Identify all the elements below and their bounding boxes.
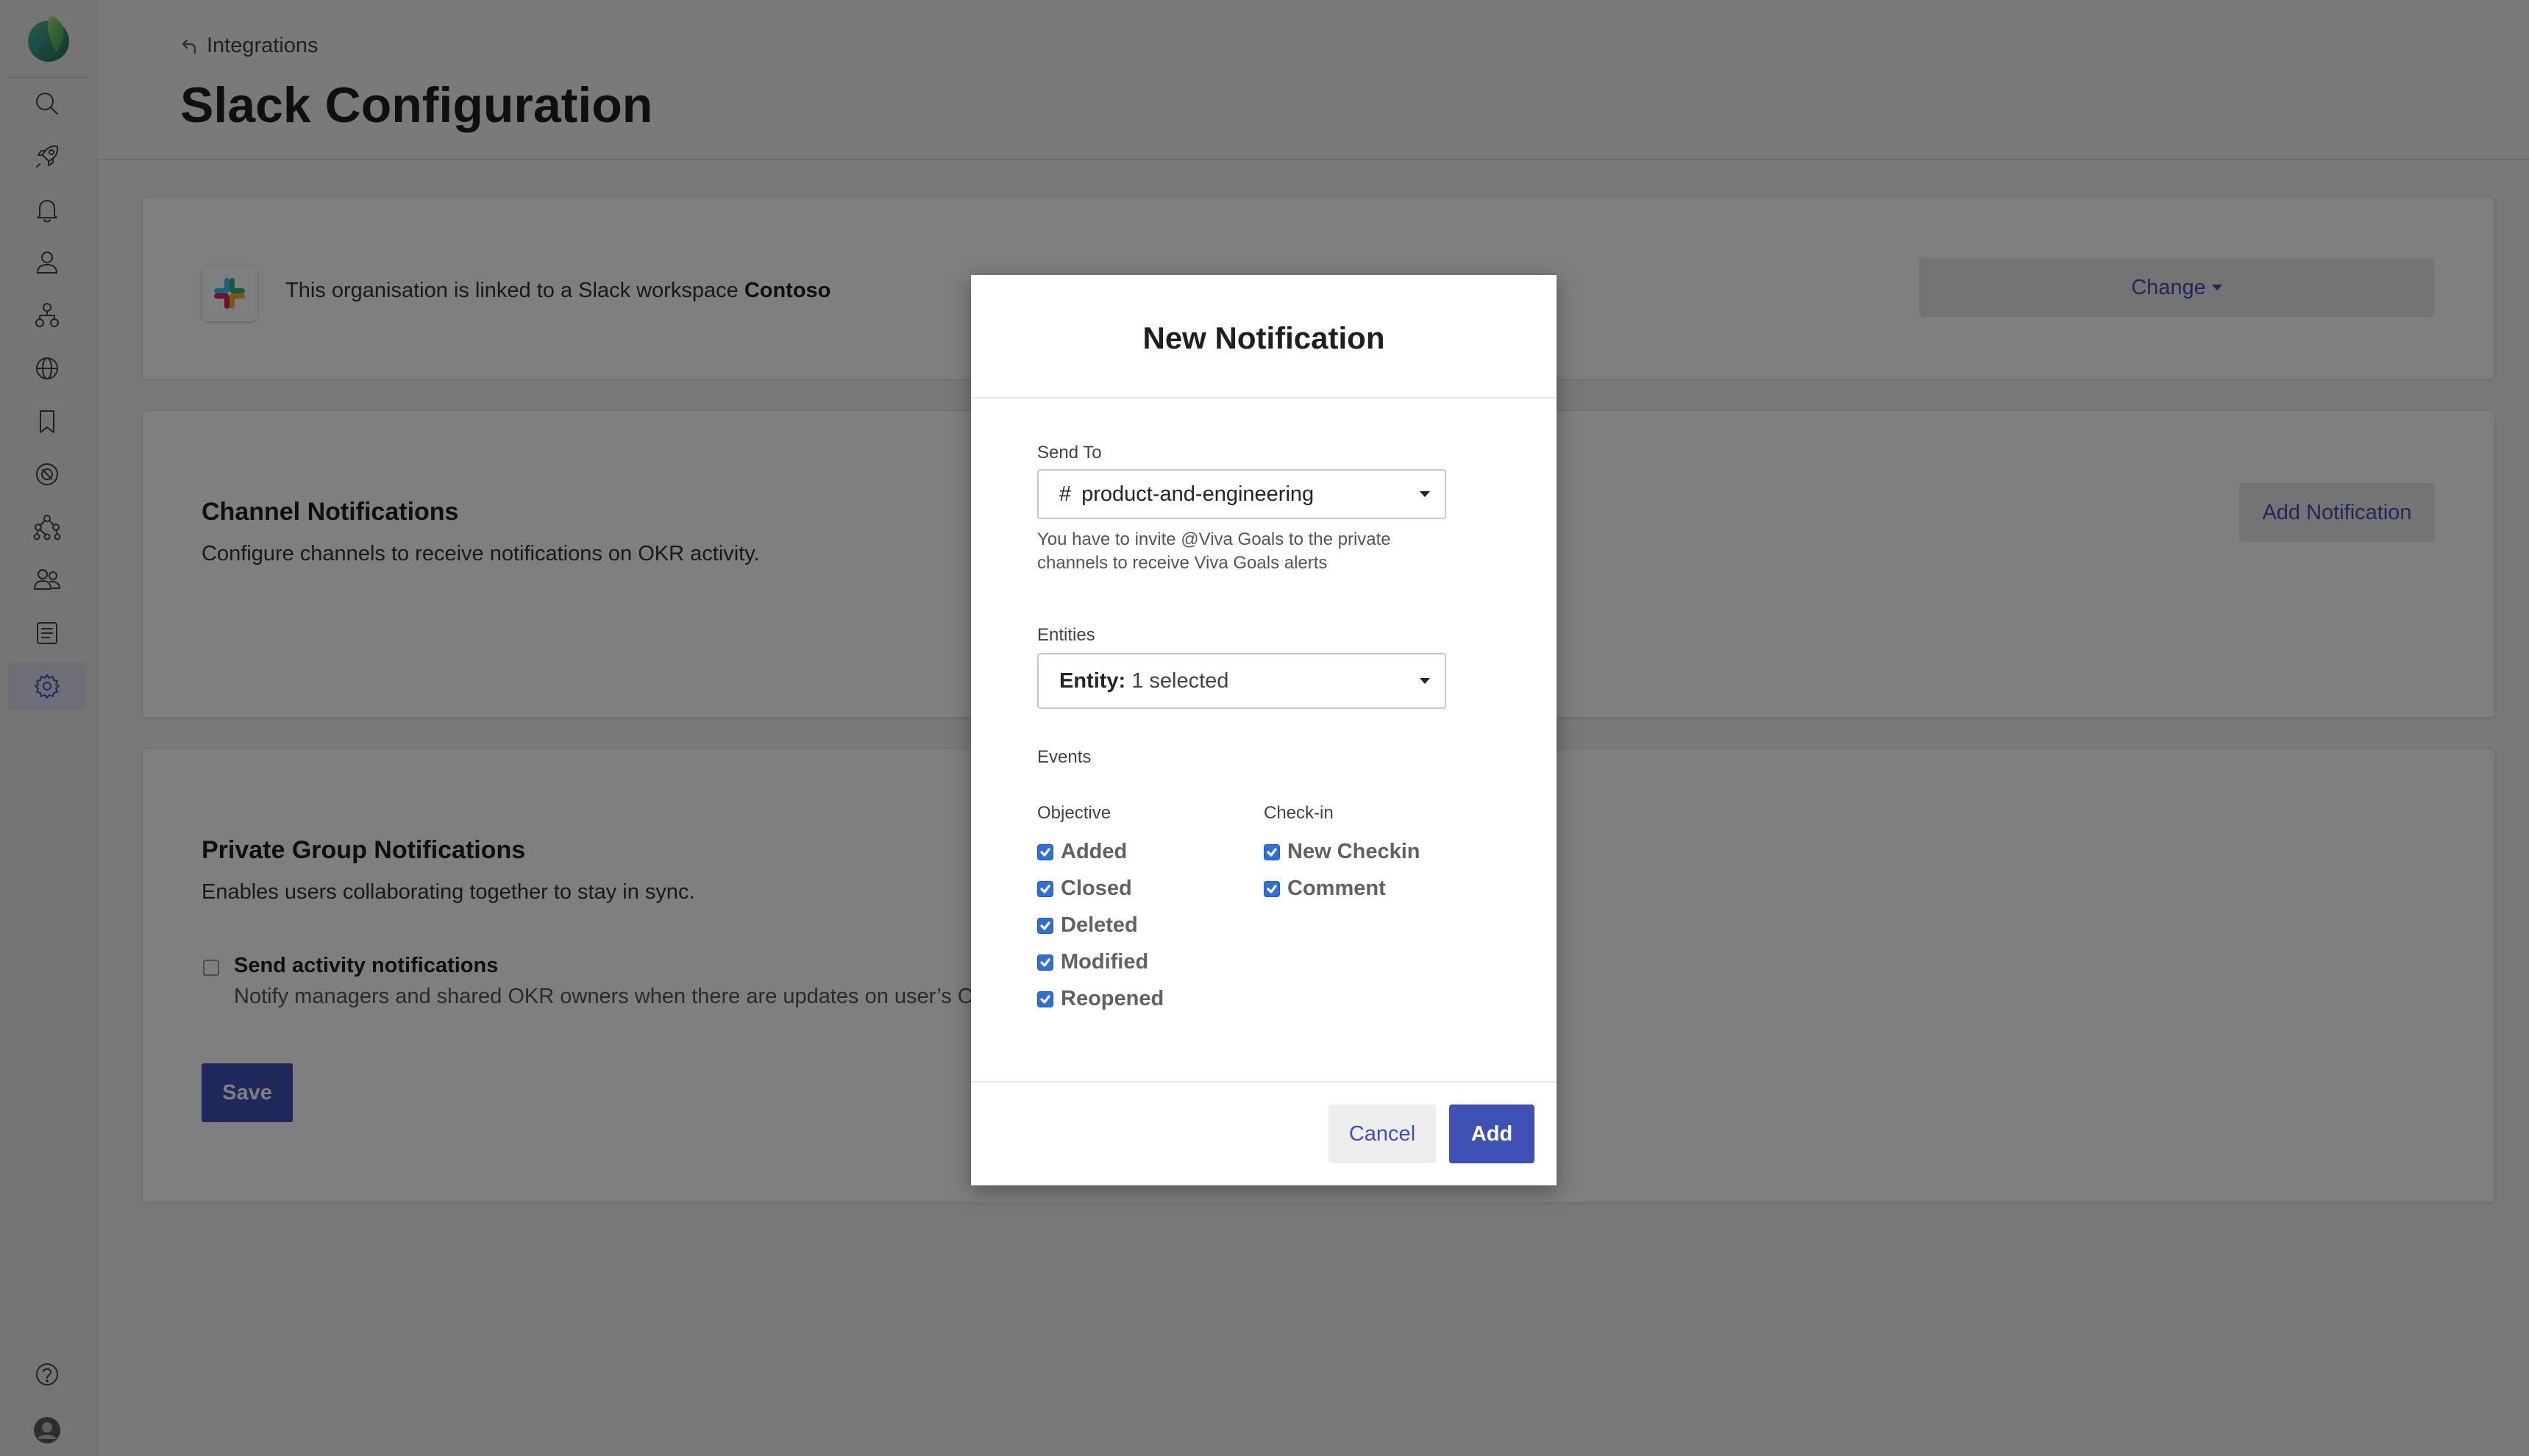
event-objective-added[interactable]: Added [1037, 840, 1127, 864]
event-objective-closed[interactable]: Closed [1037, 877, 1132, 901]
events-label: Events [1037, 747, 1092, 767]
check-icon [1040, 957, 1050, 967]
checkbox-checked[interactable] [1037, 991, 1053, 1007]
entities-label: Entities [1037, 625, 1095, 645]
check-icon [1267, 847, 1277, 857]
channel-value: product-and-engineering [1081, 482, 1315, 506]
entity-key: Entity: [1059, 668, 1126, 693]
channel-hash-icon: # [1059, 482, 1072, 506]
checkin-heading: Check-in [1264, 803, 1334, 823]
dialog-title: New Notification [1142, 321, 1385, 355]
event-objective-reopened[interactable]: Reopened [1037, 987, 1164, 1011]
check-icon [1040, 994, 1050, 1004]
checkbox-checked[interactable] [1037, 917, 1053, 934]
dialog-divider [971, 397, 1557, 399]
event-objective-deleted[interactable]: Deleted [1037, 913, 1138, 938]
add-button[interactable]: Add [1449, 1105, 1534, 1163]
caret-down-icon [1420, 678, 1430, 684]
checkbox-checked[interactable] [1037, 954, 1053, 971]
check-icon [1040, 847, 1050, 857]
send-to-label: Send To [1037, 443, 1102, 463]
checkbox-checked[interactable] [1037, 843, 1053, 860]
check-icon [1040, 884, 1050, 893]
event-label: Modified [1061, 950, 1149, 974]
event-label: Deleted [1061, 913, 1138, 937]
entity-select[interactable]: Entity: 1 selected [1037, 653, 1446, 709]
private-channel-hint: You have to invite @Viva Goals to the pr… [1037, 529, 1391, 573]
entity-value: 1 selected [1131, 668, 1229, 693]
caret-down-icon [1420, 491, 1430, 497]
event-label: Added [1061, 840, 1128, 863]
channel-select[interactable]: # product-and-engineering [1037, 469, 1446, 519]
new-notification-dialog: New Notification Send To # product-and-e… [971, 275, 1557, 1185]
event-label: Comment [1287, 877, 1386, 900]
check-icon [1040, 921, 1050, 930]
checkbox-checked[interactable] [1264, 880, 1280, 897]
event-checkin-comment[interactable]: Comment [1264, 877, 1386, 901]
event-label: Closed [1061, 877, 1132, 900]
event-label: Reopened [1061, 987, 1164, 1010]
app-root: Integrations Slack Configuration This or… [0, 0, 2529, 1456]
cancel-button[interactable]: Cancel [1328, 1105, 1436, 1163]
event-objective-modified[interactable]: Modified [1037, 950, 1148, 974]
checkbox-checked[interactable] [1264, 843, 1280, 860]
checkbox-checked[interactable] [1037, 880, 1053, 897]
event-label: New Checkin [1287, 840, 1420, 863]
event-checkin-new[interactable]: New Checkin [1264, 840, 1420, 864]
check-icon [1267, 884, 1277, 893]
objective-heading: Objective [1037, 803, 1111, 823]
dialog-footer-divider [971, 1081, 1557, 1082]
